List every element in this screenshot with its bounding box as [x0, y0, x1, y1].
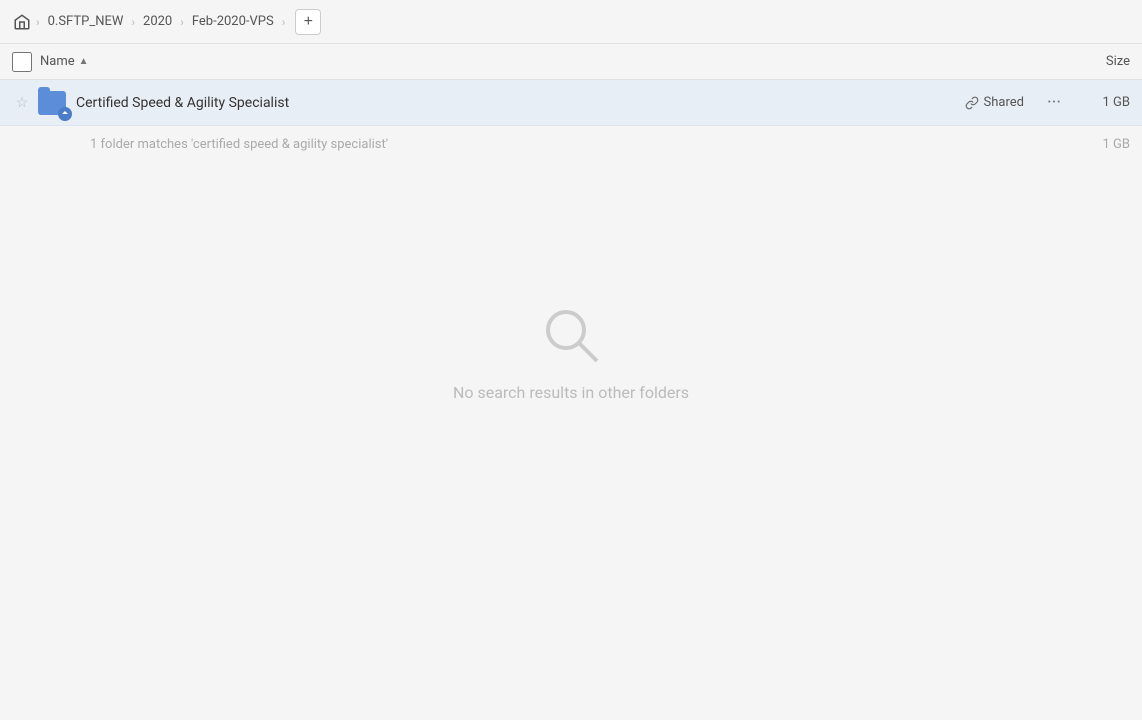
- home-button[interactable]: [12, 12, 32, 32]
- match-text: 1 folder matches 'certified speed & agil…: [90, 137, 1080, 152]
- sep-4: ›: [282, 15, 286, 29]
- breadcrumb-sftp[interactable]: 0.SFTP_NEW: [44, 12, 128, 31]
- empty-state-text: No search results in other folders: [453, 383, 689, 402]
- file-list-item[interactable]: ☆ Certified Speed & Agility Specialist S…: [0, 80, 1142, 126]
- match-count-row: 1 folder matches 'certified speed & agil…: [0, 126, 1142, 162]
- breadcrumb-bar: › 0.SFTP_NEW › 2020 › Feb-2020-VPS › +: [0, 0, 1142, 44]
- add-button[interactable]: +: [295, 9, 321, 35]
- shared-badge: Shared: [965, 95, 1024, 110]
- empty-state: No search results in other folders: [0, 162, 1142, 542]
- link-icon: [965, 96, 979, 110]
- match-size: 1 GB: [1080, 137, 1130, 152]
- sep-1: ›: [36, 15, 40, 29]
- name-column-header[interactable]: Name ▲: [40, 54, 1070, 69]
- sort-arrow-icon: ▲: [79, 56, 89, 67]
- breadcrumb-2020[interactable]: 2020: [139, 12, 176, 31]
- select-all-checkbox[interactable]: [12, 52, 32, 72]
- more-options-button[interactable]: ···: [1040, 89, 1068, 117]
- breadcrumb-feb2020[interactable]: Feb-2020-VPS: [188, 12, 278, 31]
- star-icon[interactable]: ☆: [12, 93, 32, 113]
- no-results-search-icon: [539, 303, 603, 367]
- file-size-label: 1 GB: [1080, 95, 1130, 110]
- folder-icon: [36, 87, 68, 119]
- sep-3: ›: [180, 15, 184, 29]
- file-name-label: Certified Speed & Agility Specialist: [76, 95, 965, 111]
- column-header-row: Name ▲ Size: [0, 44, 1142, 80]
- shared-label: Shared: [984, 95, 1024, 110]
- size-column-header: Size: [1070, 54, 1130, 69]
- sep-2: ›: [131, 15, 135, 29]
